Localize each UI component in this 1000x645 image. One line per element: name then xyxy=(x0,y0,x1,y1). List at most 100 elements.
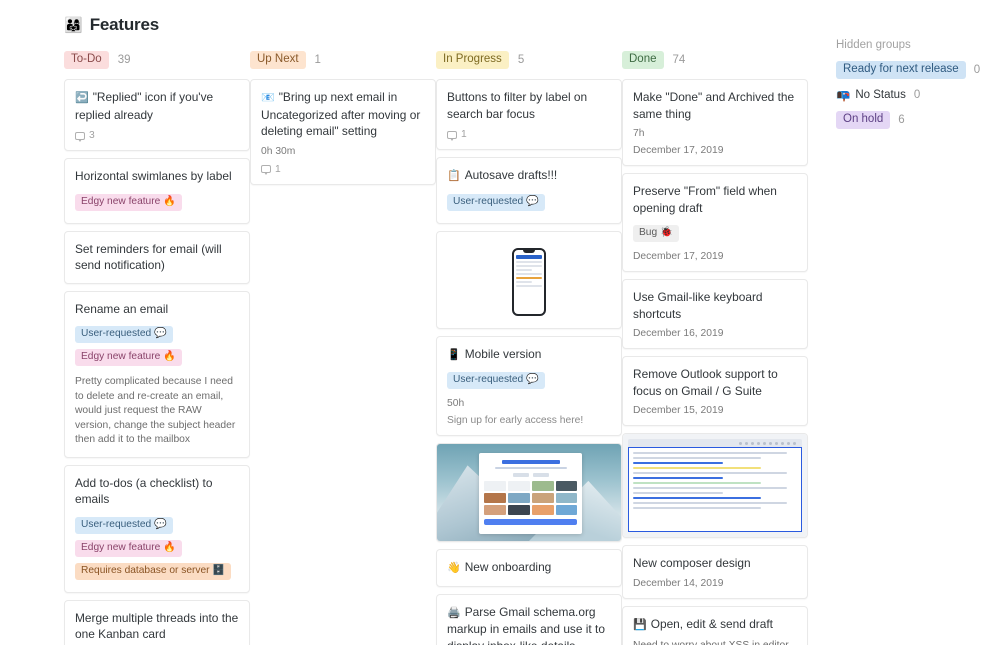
hidden-group-chip[interactable]: On hold xyxy=(836,111,890,129)
kanban-board-page: 👨‍👩‍👧 Features To-Do 39 ↩️"Replied" icon i… xyxy=(0,0,1000,645)
hidden-group-label: 📭No Status xyxy=(836,88,906,102)
kanban-card[interactable]: 📋Autosave drafts!!!User-requested 💬 xyxy=(436,157,622,224)
card-labels: User-requested 💬 Edgy new feature 🔥 xyxy=(75,323,239,369)
column-title-chip[interactable]: Up Next xyxy=(250,51,306,69)
card-title: New composer design xyxy=(633,555,797,572)
column-header-done: Done 74 xyxy=(622,49,808,71)
column-title-chip[interactable]: Done xyxy=(622,51,664,69)
card-label-user[interactable]: User-requested 💬 xyxy=(447,194,545,211)
hidden-group-row-2[interactable]: On hold 6 xyxy=(836,111,1000,129)
hidden-groups-panel: Hidden groups Ready for next release0📭No… xyxy=(836,38,1000,138)
card-emoji-icon: 📱 xyxy=(447,349,461,361)
card-labels: User-requested 💬 Edgy new feature 🔥 Requir… xyxy=(75,514,239,583)
column-card-count: 5 xyxy=(518,54,524,66)
comment-count-value: 1 xyxy=(461,129,467,140)
card-title: Buttons to filter by label on search bar… xyxy=(447,89,611,122)
kanban-card[interactable]: New composer designDecember 14, 2019 xyxy=(622,545,808,599)
mailbox-icon: 📭 xyxy=(836,88,850,102)
kanban-card[interactable]: Preserve "From" field when opening draft… xyxy=(622,173,808,272)
card-title: Use Gmail-like keyboard shortcuts xyxy=(633,289,797,322)
card-emoji-icon: 👋 xyxy=(447,562,461,574)
card-date: December 17, 2019 xyxy=(633,251,797,262)
card-comment-count[interactable]: 1 xyxy=(447,129,611,140)
comment-bubble-icon xyxy=(75,132,85,140)
card-date: December 15, 2019 xyxy=(633,405,797,416)
kanban-card[interactable]: Merge multiple threads into the one Kanb… xyxy=(64,600,250,645)
card-emoji-icon: 🖨️ xyxy=(447,607,461,619)
card-label-edgy[interactable]: Edgy new feature 🔥 xyxy=(75,349,182,366)
kanban-card[interactable]: Remove Outlook support to focus on Gmail… xyxy=(622,356,808,426)
card-title: 💾Open, edit & send draft xyxy=(633,616,797,634)
card-date: December 16, 2019 xyxy=(633,328,797,339)
card-description: Pretty complicated because I need to del… xyxy=(75,375,239,448)
card-labels: Bug 🐞 xyxy=(633,222,797,245)
card-title: 🖨️Parse Gmail schema.org markup in email… xyxy=(447,604,611,645)
kanban-card[interactable]: Buttons to filter by label on search bar… xyxy=(436,79,622,150)
card-title: Horizontal swimlanes by label xyxy=(75,168,239,185)
card-label-user[interactable]: User-requested 💬 xyxy=(447,372,545,389)
hidden-groups-title: Hidden groups xyxy=(836,39,1000,51)
card-title: ↩️"Replied" icon if you've replied alrea… xyxy=(75,89,239,123)
card-time-estimate: 7h xyxy=(633,128,797,139)
card-title: Preserve "From" field when opening draft xyxy=(633,183,797,216)
card-title: Add to-dos (a checklist) to emails xyxy=(75,475,239,508)
kanban-card[interactable]: 🖨️Parse Gmail schema.org markup in email… xyxy=(436,594,622,645)
card-emoji-icon: 💾 xyxy=(633,619,647,631)
hidden-group-chip[interactable]: Ready for next release xyxy=(836,61,966,79)
composer-screenshot xyxy=(628,447,802,532)
onboarding-screenshot xyxy=(479,453,582,534)
card-comment-count[interactable]: 3 xyxy=(75,130,239,141)
hidden-group-count: 6 xyxy=(898,114,904,126)
hidden-group-row-1[interactable]: 📭No Status 0 xyxy=(836,88,1000,102)
kanban-card[interactable]: ↩️"Replied" icon if you've replied alrea… xyxy=(64,79,250,151)
card-label-bug[interactable]: Bug 🐞 xyxy=(633,225,679,242)
column-card-count: 39 xyxy=(118,54,131,66)
card-title: 📱Mobile version xyxy=(447,346,611,364)
kanban-card[interactable]: Set reminders for email (will send notif… xyxy=(64,231,250,284)
card-label-edgy[interactable]: Edgy new feature 🔥 xyxy=(75,540,182,557)
page-title: Features xyxy=(90,15,159,35)
card-label-db[interactable]: Requires database or server 🗄️ xyxy=(75,563,231,580)
card-thumbnail-onboarding xyxy=(437,444,621,541)
board-column-upnext: Up Next 1 📧"Bring up next email in Uncateg… xyxy=(250,49,436,192)
kanban-card[interactable]: Use Gmail-like keyboard shortcuts Decembe… xyxy=(622,279,808,349)
card-comment-count[interactable]: 1 xyxy=(261,164,425,175)
kanban-card-media[interactable] xyxy=(436,443,622,542)
kanban-card[interactable]: Add to-dos (a checklist) to emails User-r… xyxy=(64,465,250,593)
hidden-group-row-0[interactable]: Ready for next release 0 xyxy=(836,61,1000,79)
card-thumbnail-phone xyxy=(437,232,621,328)
card-description-struck: Need to worry about XSS in editor xyxy=(633,640,789,645)
column-header-upnext: Up Next 1 xyxy=(250,49,436,71)
board-column-todo: To-Do 39 ↩️"Replied" icon if you've replie… xyxy=(64,49,250,645)
kanban-card[interactable]: 📱Mobile version User-requested 💬 50h Sign u… xyxy=(436,336,622,437)
kanban-card[interactable]: Make "Done" and Archived the same thing 7… xyxy=(622,79,808,166)
column-card-count: 74 xyxy=(673,54,686,66)
card-label-user[interactable]: User-requested 💬 xyxy=(75,326,173,343)
card-title: Make "Done" and Archived the same thing xyxy=(633,89,797,122)
comment-count-value: 3 xyxy=(89,130,95,141)
board-column-inprogress: In Progress 5 Buttons to filter by label o… xyxy=(436,49,622,645)
card-link[interactable]: Sign up for early access here! xyxy=(447,415,611,426)
card-title: 👋New onboarding xyxy=(447,559,611,577)
card-title: 📧"Bring up next email in Uncategorized a… xyxy=(261,89,425,140)
hidden-group-count: 0 xyxy=(914,89,920,101)
card-title: Merge multiple threads into the one Kanb… xyxy=(75,610,239,643)
column-title-chip[interactable]: To-Do xyxy=(64,51,109,69)
hidden-group-count: 0 xyxy=(974,64,980,76)
kanban-card-media[interactable] xyxy=(622,433,808,538)
kanban-card[interactable]: 📧"Bring up next email in Uncategorized a… xyxy=(250,79,436,185)
card-label-edgy[interactable]: Edgy new feature 🔥 xyxy=(75,194,182,211)
kanban-card-media[interactable] xyxy=(436,231,622,329)
kanban-card[interactable]: Horizontal swimlanes by label Edgy new fe… xyxy=(64,158,250,224)
kanban-card[interactable]: 💾Open, edit & send draft Need to worry ab… xyxy=(622,606,808,645)
card-time-estimate: 50h xyxy=(447,398,611,409)
kanban-card[interactable]: 👋New onboarding xyxy=(436,549,622,587)
column-card-count: 1 xyxy=(315,54,321,66)
card-title: Set reminders for email (will send notif… xyxy=(75,241,239,274)
card-description: Need to worry about XSS in editor New ed… xyxy=(633,639,797,645)
card-label-user[interactable]: User-requested 💬 xyxy=(75,517,173,534)
kanban-card[interactable]: Rename an emailUser-requested 💬Edgy new … xyxy=(64,291,250,458)
comment-bubble-icon xyxy=(447,131,457,139)
column-title-chip[interactable]: In Progress xyxy=(436,51,509,69)
board-emoji-icon: 👨‍👩‍👧 xyxy=(64,18,83,33)
